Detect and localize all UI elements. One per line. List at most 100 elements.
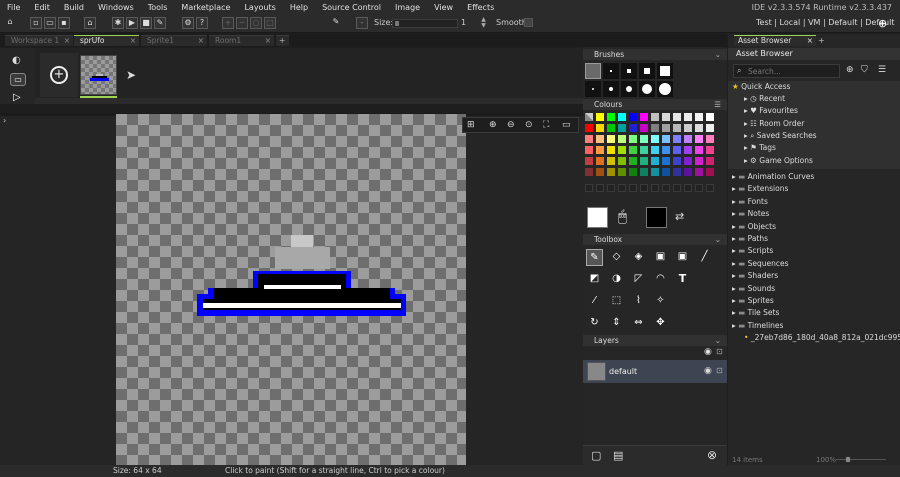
colour-swatch[interactable] bbox=[662, 157, 670, 165]
target-settings-icon[interactable]: ⊕ bbox=[878, 17, 887, 30]
asset-folder[interactable]: ▸ ▬ Notes bbox=[728, 208, 900, 220]
menu-source-control[interactable]: Source Control bbox=[315, 3, 388, 12]
home-icon[interactable]: ⌂ bbox=[4, 17, 16, 29]
onion-skin-icon[interactable]: ▭ bbox=[10, 73, 26, 86]
colour-swatch[interactable] bbox=[673, 135, 681, 143]
close-icon[interactable]: × bbox=[265, 36, 271, 46]
swap-colours-icon[interactable]: ⇄ bbox=[675, 210, 684, 223]
menu-edit[interactable]: Edit bbox=[27, 3, 57, 12]
colour-swatch[interactable] bbox=[695, 168, 703, 176]
colour-swatch[interactable] bbox=[607, 113, 615, 121]
colour-swatch[interactable] bbox=[673, 113, 681, 121]
colour-swatch[interactable] bbox=[585, 124, 593, 132]
ellipse-tool-icon[interactable]: ▣ bbox=[674, 249, 691, 266]
colour-swatch[interactable] bbox=[695, 135, 703, 143]
sprite-canvas[interactable] bbox=[116, 114, 466, 465]
tab-sprufo[interactable]: sprUfo × bbox=[74, 35, 139, 46]
curve-tool-icon[interactable]: ◠ bbox=[652, 271, 669, 288]
colour-swatch[interactable] bbox=[706, 168, 714, 176]
colour-swatch[interactable] bbox=[585, 146, 593, 154]
zoom-reset-icon[interactable]: ⊙ bbox=[525, 120, 533, 130]
asset-folder[interactable]: ▸ ▬ Tile Sets bbox=[728, 307, 900, 319]
colour-swatch[interactable] bbox=[651, 124, 659, 132]
menu-image[interactable]: Image bbox=[388, 3, 427, 12]
game-options-button[interactable]: ⚙ bbox=[182, 17, 194, 29]
colour-swatch[interactable] bbox=[662, 135, 670, 143]
lock-icon[interactable]: ⊡ bbox=[716, 366, 723, 375]
quick-tags[interactable]: ▸ ⚑ Tags bbox=[728, 142, 900, 154]
zoom-out-icon[interactable]: ⊖ bbox=[507, 120, 515, 130]
target-config[interactable]: Default bbox=[828, 18, 857, 27]
colour-swatch[interactable] bbox=[706, 135, 714, 143]
flip-horizontal-tool-icon[interactable]: ⇔ bbox=[630, 315, 647, 332]
colour-swatch[interactable] bbox=[640, 124, 648, 132]
colour-swatch[interactable] bbox=[673, 157, 681, 165]
colour-swatch[interactable] bbox=[585, 168, 593, 176]
brush-2px[interactable] bbox=[603, 63, 619, 79]
asset-folder[interactable]: ▸ ▬ Sprites bbox=[728, 295, 900, 307]
colour-swatch[interactable] bbox=[662, 124, 670, 132]
empty-colour-slot[interactable] bbox=[695, 184, 703, 192]
colour-swatch[interactable] bbox=[629, 113, 637, 121]
asset-folder[interactable]: ▸ ▬ Scripts bbox=[728, 245, 900, 257]
brush-4px[interactable] bbox=[639, 63, 655, 79]
menu-tools[interactable]: Tools bbox=[141, 3, 175, 12]
colour-swatch[interactable] bbox=[684, 146, 692, 154]
colour-swatch[interactable] bbox=[618, 157, 626, 165]
new-project-button[interactable]: ▫ bbox=[30, 17, 42, 29]
colour-swatch[interactable] bbox=[629, 124, 637, 132]
zoom-reset-button[interactable]: ○ bbox=[250, 17, 262, 29]
quick-recent[interactable]: ▸ ◷ Recent bbox=[728, 93, 900, 105]
pencil-tool-icon[interactable]: ✎ bbox=[586, 249, 603, 266]
zoom-out-button[interactable]: − bbox=[236, 17, 248, 29]
colour-swatch[interactable] bbox=[629, 146, 637, 154]
tab-workspace[interactable]: Workspace 1 × bbox=[5, 35, 73, 46]
colour-swatch[interactable] bbox=[618, 168, 626, 176]
colours-header[interactable]: Colours ☰ bbox=[583, 99, 727, 110]
colour-swatch[interactable] bbox=[651, 168, 659, 176]
eye-icon[interactable]: ◉ bbox=[704, 366, 712, 376]
lasso-tool-icon[interactable]: ⌇ bbox=[630, 293, 647, 310]
colour-swatch[interactable] bbox=[596, 146, 604, 154]
empty-colour-slot[interactable] bbox=[684, 184, 692, 192]
colour-swatch[interactable] bbox=[651, 157, 659, 165]
colour-swatch[interactable] bbox=[706, 157, 714, 165]
move-tool-icon[interactable]: ✥ bbox=[652, 315, 669, 332]
zoom-in-icon[interactable]: ⊕ bbox=[489, 120, 497, 130]
quick-room-order[interactable]: ▸ ☷ Room Order bbox=[728, 118, 900, 130]
run-button[interactable]: ▶ bbox=[126, 17, 138, 29]
frame-thumbnail[interactable] bbox=[80, 55, 117, 95]
empty-colour-slot[interactable] bbox=[651, 184, 659, 192]
stop-button[interactable]: ■ bbox=[140, 17, 152, 29]
fit-icon[interactable]: ⛶ bbox=[543, 120, 549, 130]
quick-game-options[interactable]: ▸ ⚙ Game Options bbox=[728, 155, 900, 167]
save-button[interactable]: ▪ bbox=[58, 17, 70, 29]
chevron-down-icon[interactable]: ⌄ bbox=[715, 49, 721, 60]
brush-1px[interactable] bbox=[585, 63, 601, 79]
colour-swatch[interactable] bbox=[695, 157, 703, 165]
right-colour-swatch[interactable] bbox=[646, 207, 667, 228]
package-button[interactable]: ⌂ bbox=[84, 17, 96, 29]
colour-remove-tool-icon[interactable]: ◑ bbox=[608, 271, 625, 288]
zoom-fit-button[interactable]: □ bbox=[264, 17, 276, 29]
tab-sprite1[interactable]: Sprite1 × bbox=[141, 35, 207, 46]
menu-marketplace[interactable]: Marketplace bbox=[174, 3, 237, 12]
open-project-button[interactable]: ▭ bbox=[44, 17, 56, 29]
colour-swatch[interactable] bbox=[640, 146, 648, 154]
lock-icon[interactable]: ⊡ bbox=[716, 347, 723, 356]
colour-swatch[interactable] bbox=[684, 124, 692, 132]
chevron-down-icon[interactable]: ⌄ bbox=[715, 234, 721, 245]
empty-colour-slot[interactable] bbox=[662, 184, 670, 192]
line-tool-icon[interactable]: ╱ bbox=[696, 249, 713, 266]
asset-folder[interactable]: ▸ ▬ Extensions bbox=[728, 183, 900, 195]
colour-swatch[interactable] bbox=[706, 113, 714, 121]
colour-swatch[interactable] bbox=[607, 168, 615, 176]
colour-swatch[interactable] bbox=[596, 157, 604, 165]
colour-swatch[interactable] bbox=[585, 135, 593, 143]
select-tool-icon[interactable]: ⬚ bbox=[608, 293, 625, 310]
add-tab-button[interactable]: + bbox=[818, 36, 825, 45]
rotate-tool-icon[interactable]: ↻ bbox=[586, 315, 603, 332]
colour-swatch[interactable] bbox=[618, 124, 626, 132]
empty-colour-slot[interactable] bbox=[673, 184, 681, 192]
asset-item[interactable]: • _27eb7d86_180d_40a8_812a_021dc995c567 bbox=[728, 332, 900, 344]
